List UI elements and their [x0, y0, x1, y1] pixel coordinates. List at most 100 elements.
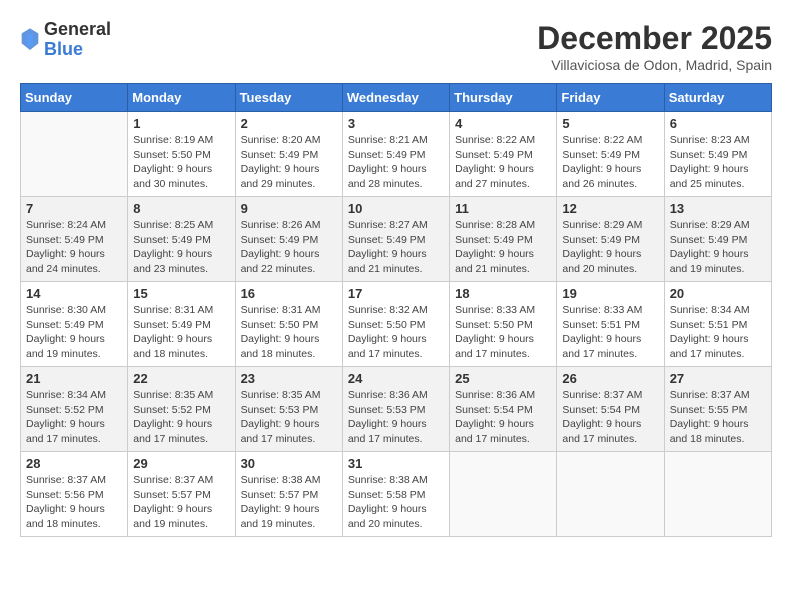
calendar-cell: 24 Sunrise: 8:36 AM Sunset: 5:53 PM Dayli…	[342, 367, 449, 452]
logo-blue: Blue	[44, 40, 111, 60]
day-info: Sunrise: 8:37 AM Sunset: 5:55 PM Dayligh…	[670, 388, 766, 447]
day-number: 3	[348, 116, 444, 131]
calendar-cell	[664, 452, 771, 537]
day-info: Sunrise: 8:37 AM Sunset: 5:57 PM Dayligh…	[133, 473, 229, 532]
day-number: 12	[562, 201, 658, 216]
calendar-cell	[557, 452, 664, 537]
calendar-cell: 31 Sunrise: 8:38 AM Sunset: 5:58 PM Dayli…	[342, 452, 449, 537]
day-number: 24	[348, 371, 444, 386]
calendar-cell: 7Sunrise: 8:24 AM Sunset: 5:49 PM Daylig…	[21, 197, 128, 282]
day-number: 25	[455, 371, 551, 386]
calendar-cell: 1Sunrise: 8:19 AM Sunset: 5:50 PM Daylig…	[128, 112, 235, 197]
calendar-header-row: SundayMondayTuesdayWednesdayThursdayFrid…	[21, 84, 772, 112]
logo-general: General	[44, 20, 111, 40]
day-number: 28	[26, 456, 122, 471]
calendar-cell: 18 Sunrise: 8:33 AM Sunset: 5:50 PM Dayli…	[450, 282, 557, 367]
day-number: 8	[133, 201, 229, 216]
day-info: Sunrise: 8:31 AM Sunset: 5:50 PM Dayligh…	[241, 303, 337, 362]
calendar-cell: 6Sunrise: 8:23 AM Sunset: 5:49 PM Daylig…	[664, 112, 771, 197]
header-wednesday: Wednesday	[342, 84, 449, 112]
day-info: Sunrise: 8:29 AM Sunset: 5:49 PM Dayligh…	[670, 218, 766, 277]
day-info: Sunrise: 8:35 AM Sunset: 5:52 PM Dayligh…	[133, 388, 229, 447]
day-info: Sunrise: 8:29 AM Sunset: 5:49 PM Dayligh…	[562, 218, 658, 277]
day-info: Sunrise: 8:22 AM Sunset: 5:49 PM Dayligh…	[455, 133, 551, 192]
header-tuesday: Tuesday	[235, 84, 342, 112]
day-number: 4	[455, 116, 551, 131]
day-number: 10	[348, 201, 444, 216]
logo-icon	[20, 26, 40, 54]
day-info: Sunrise: 8:26 AM Sunset: 5:49 PM Dayligh…	[241, 218, 337, 277]
day-number: 20	[670, 286, 766, 301]
day-info: Sunrise: 8:36 AM Sunset: 5:54 PM Dayligh…	[455, 388, 551, 447]
calendar-cell: 30 Sunrise: 8:38 AM Sunset: 5:57 PM Dayli…	[235, 452, 342, 537]
month-title: December 2025	[537, 20, 772, 57]
location: Villaviciosa de Odon, Madrid, Spain	[537, 57, 772, 73]
calendar-cell: 12 Sunrise: 8:29 AM Sunset: 5:49 PM Dayli…	[557, 197, 664, 282]
header-thursday: Thursday	[450, 84, 557, 112]
day-number: 18	[455, 286, 551, 301]
calendar-cell: 4 Sunrise: 8:22 AM Sunset: 5:49 PM Daylig…	[450, 112, 557, 197]
calendar-cell: 21 Sunrise: 8:34 AM Sunset: 5:52 PM Dayli…	[21, 367, 128, 452]
calendar-cell: 13 Sunrise: 8:29 AM Sunset: 5:49 PM Dayli…	[664, 197, 771, 282]
calendar-cell: 8 Sunrise: 8:25 AM Sunset: 5:49 PM Daylig…	[128, 197, 235, 282]
calendar-cell: 14Sunrise: 8:30 AM Sunset: 5:49 PM Dayli…	[21, 282, 128, 367]
day-info: Sunrise: 8:25 AM Sunset: 5:49 PM Dayligh…	[133, 218, 229, 277]
calendar-cell: 23 Sunrise: 8:35 AM Sunset: 5:53 PM Dayli…	[235, 367, 342, 452]
day-number: 11	[455, 201, 551, 216]
calendar-week-row: 14Sunrise: 8:30 AM Sunset: 5:49 PM Dayli…	[21, 282, 772, 367]
calendar-cell: 5 Sunrise: 8:22 AM Sunset: 5:49 PM Daylig…	[557, 112, 664, 197]
logo: General Blue	[20, 20, 111, 60]
day-number: 6	[670, 116, 766, 131]
calendar-cell: 26Sunrise: 8:37 AM Sunset: 5:54 PM Dayli…	[557, 367, 664, 452]
day-number: 30	[241, 456, 337, 471]
day-number: 13	[670, 201, 766, 216]
day-info: Sunrise: 8:38 AM Sunset: 5:58 PM Dayligh…	[348, 473, 444, 532]
calendar-cell: 3 Sunrise: 8:21 AM Sunset: 5:49 PM Daylig…	[342, 112, 449, 197]
calendar-cell: 27 Sunrise: 8:37 AM Sunset: 5:55 PM Dayli…	[664, 367, 771, 452]
day-number: 21	[26, 371, 122, 386]
day-info: Sunrise: 8:24 AM Sunset: 5:49 PM Dayligh…	[26, 218, 122, 277]
day-info: Sunrise: 8:31 AM Sunset: 5:49 PM Dayligh…	[133, 303, 229, 362]
day-number: 31	[348, 456, 444, 471]
day-number: 16	[241, 286, 337, 301]
day-number: 19	[562, 286, 658, 301]
day-info: Sunrise: 8:33 AM Sunset: 5:50 PM Dayligh…	[455, 303, 551, 362]
day-number: 2	[241, 116, 337, 131]
day-number: 1	[133, 116, 229, 131]
day-number: 17	[348, 286, 444, 301]
calendar-cell: 15Sunrise: 8:31 AM Sunset: 5:49 PM Dayli…	[128, 282, 235, 367]
day-info: Sunrise: 8:27 AM Sunset: 5:49 PM Dayligh…	[348, 218, 444, 277]
calendar-cell: 17 Sunrise: 8:32 AM Sunset: 5:50 PM Dayli…	[342, 282, 449, 367]
calendar-cell: 9 Sunrise: 8:26 AM Sunset: 5:49 PM Daylig…	[235, 197, 342, 282]
day-info: Sunrise: 8:34 AM Sunset: 5:52 PM Dayligh…	[26, 388, 122, 447]
calendar-cell: 22 Sunrise: 8:35 AM Sunset: 5:52 PM Dayli…	[128, 367, 235, 452]
header-monday: Monday	[128, 84, 235, 112]
day-number: 27	[670, 371, 766, 386]
logo-text: General Blue	[44, 20, 111, 60]
day-number: 22	[133, 371, 229, 386]
calendar-week-row: 21 Sunrise: 8:34 AM Sunset: 5:52 PM Dayli…	[21, 367, 772, 452]
calendar-week-row: 7Sunrise: 8:24 AM Sunset: 5:49 PM Daylig…	[21, 197, 772, 282]
day-number: 23	[241, 371, 337, 386]
day-info: Sunrise: 8:35 AM Sunset: 5:53 PM Dayligh…	[241, 388, 337, 447]
day-info: Sunrise: 8:28 AM Sunset: 5:49 PM Dayligh…	[455, 218, 551, 277]
day-info: Sunrise: 8:37 AM Sunset: 5:54 PM Dayligh…	[562, 388, 658, 447]
calendar-cell	[21, 112, 128, 197]
day-info: Sunrise: 8:34 AM Sunset: 5:51 PM Dayligh…	[670, 303, 766, 362]
day-number: 5	[562, 116, 658, 131]
calendar-cell	[450, 452, 557, 537]
calendar-cell: 2Sunrise: 8:20 AM Sunset: 5:49 PM Daylig…	[235, 112, 342, 197]
day-info: Sunrise: 8:38 AM Sunset: 5:57 PM Dayligh…	[241, 473, 337, 532]
day-info: Sunrise: 8:37 AM Sunset: 5:56 PM Dayligh…	[26, 473, 122, 532]
calendar-week-row: 28 Sunrise: 8:37 AM Sunset: 5:56 PM Dayli…	[21, 452, 772, 537]
day-info: Sunrise: 8:32 AM Sunset: 5:50 PM Dayligh…	[348, 303, 444, 362]
calendar-cell: 16 Sunrise: 8:31 AM Sunset: 5:50 PM Dayli…	[235, 282, 342, 367]
day-info: Sunrise: 8:22 AM Sunset: 5:49 PM Dayligh…	[562, 133, 658, 192]
day-info: Sunrise: 8:33 AM Sunset: 5:51 PM Dayligh…	[562, 303, 658, 362]
day-info: Sunrise: 8:36 AM Sunset: 5:53 PM Dayligh…	[348, 388, 444, 447]
day-info: Sunrise: 8:30 AM Sunset: 5:49 PM Dayligh…	[26, 303, 122, 362]
day-number: 9	[241, 201, 337, 216]
day-info: Sunrise: 8:21 AM Sunset: 5:49 PM Dayligh…	[348, 133, 444, 192]
calendar-cell: 10 Sunrise: 8:27 AM Sunset: 5:49 PM Dayli…	[342, 197, 449, 282]
title-block: December 2025 Villaviciosa de Odon, Madr…	[537, 20, 772, 73]
